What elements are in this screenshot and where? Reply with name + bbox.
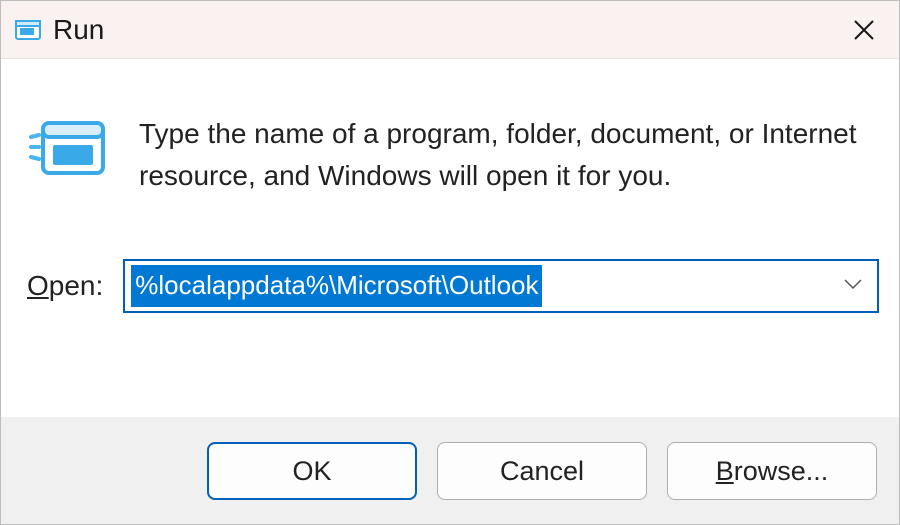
content-area: Type the name of a program, folder, docu… <box>1 59 899 417</box>
cancel-button[interactable]: Cancel <box>437 442 647 500</box>
run-icon <box>15 17 41 43</box>
ok-button[interactable]: OK <box>207 442 417 500</box>
titlebar: Run <box>1 1 899 59</box>
run-dialog: Run Type the name of a program, folder, … <box>0 0 900 525</box>
open-label: Open: <box>27 270 103 302</box>
chevron-down-icon <box>843 277 863 295</box>
description-text: Type the name of a program, folder, docu… <box>139 113 879 197</box>
cancel-button-label: Cancel <box>500 456 584 487</box>
button-bar: OK Cancel Browse... <box>1 417 899 524</box>
open-input[interactable]: %localappdata%\Microsoft\Outlook <box>125 261 829 311</box>
run-large-icon <box>29 117 107 188</box>
browse-button-label: Browse... <box>716 456 829 487</box>
open-row: Open: %localappdata%\Microsoft\Outlook <box>25 259 879 313</box>
open-input-value: %localappdata%\Microsoft\Outlook <box>131 265 542 307</box>
browse-button[interactable]: Browse... <box>667 442 877 500</box>
open-combobox[interactable]: %localappdata%\Microsoft\Outlook <box>123 259 879 313</box>
combobox-dropdown-button[interactable] <box>829 261 877 311</box>
description-row: Type the name of a program, folder, docu… <box>25 113 879 197</box>
window-title: Run <box>53 14 104 46</box>
close-icon <box>852 18 876 42</box>
ok-button-label: OK <box>292 456 331 487</box>
close-button[interactable] <box>829 1 899 59</box>
